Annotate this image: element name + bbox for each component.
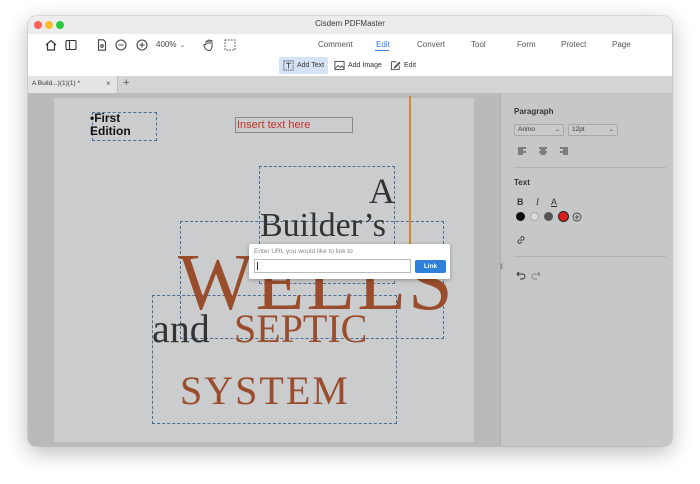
bold-button[interactable]: B bbox=[517, 197, 524, 207]
toolbar: 400% ⌄ Comment Edit Convert Tool Form Pro… bbox=[28, 34, 672, 77]
page-view-icon[interactable] bbox=[95, 38, 109, 52]
tab-bar: A Build...)(1)(1) * × + bbox=[28, 76, 672, 94]
edit-icon bbox=[390, 61, 401, 71]
home-icon[interactable] bbox=[44, 38, 58, 52]
zoom-value: 400% bbox=[156, 40, 177, 49]
first-edition-line-2: Edition bbox=[90, 124, 131, 138]
font-size-value: 12pt bbox=[572, 126, 585, 133]
zoom-out-icon[interactable] bbox=[114, 38, 128, 52]
first-edition-text: •First Edition bbox=[90, 112, 131, 138]
sidebar-toggle-icon[interactable] bbox=[64, 38, 78, 52]
add-image-label: Add Image bbox=[348, 62, 382, 69]
panel-divider-1 bbox=[514, 167, 666, 168]
italic-button[interactable]: I bbox=[536, 197, 539, 207]
hand-tool-icon[interactable] bbox=[202, 38, 216, 52]
align-center-icon[interactable] bbox=[538, 146, 548, 156]
font-family-select[interactable]: Arimo ⌄ bbox=[514, 124, 564, 136]
color-swatch-red-selected[interactable] bbox=[558, 211, 569, 222]
font-size-select[interactable]: 12pt ⌄ bbox=[568, 124, 618, 136]
edit-button[interactable]: Edit bbox=[390, 57, 416, 74]
chevron-down-icon: ⌄ bbox=[608, 127, 614, 133]
underline-button[interactable]: A bbox=[551, 197, 557, 207]
tab-form[interactable]: Form bbox=[517, 40, 536, 49]
title-and: and bbox=[152, 306, 210, 351]
add-image-button[interactable]: Add Image bbox=[334, 57, 382, 74]
link-button[interactable]: Link bbox=[415, 260, 446, 273]
text-caret bbox=[257, 262, 258, 270]
title-septic: SEPTIC bbox=[234, 306, 368, 351]
tab-edit[interactable]: Edit bbox=[376, 40, 390, 49]
close-tab-icon[interactable]: × bbox=[106, 79, 111, 88]
window-title: Cisdem PDFMaster bbox=[315, 19, 385, 28]
color-swatch-white[interactable] bbox=[530, 212, 539, 221]
align-left-icon[interactable] bbox=[517, 146, 527, 156]
align-right-icon[interactable] bbox=[559, 146, 569, 156]
tab-convert[interactable]: Convert bbox=[417, 40, 445, 49]
zoom-in-icon[interactable] bbox=[135, 38, 149, 52]
panel-divider-2 bbox=[514, 256, 666, 257]
select-area-icon[interactable] bbox=[223, 38, 237, 52]
color-swatch-gray[interactable] bbox=[544, 212, 553, 221]
link-url-label: Enter URL you would like to link to bbox=[254, 248, 353, 255]
edit-label: Edit bbox=[404, 62, 417, 69]
tab-page[interactable]: Page bbox=[612, 40, 631, 49]
zoom-select[interactable]: 400% ⌄ bbox=[156, 40, 185, 49]
document-tab-label: A Build...)(1)(1) * bbox=[32, 80, 81, 87]
redo-icon[interactable] bbox=[531, 270, 541, 280]
paragraph-heading: Paragraph bbox=[514, 107, 554, 116]
font-family-value: Arimo bbox=[518, 126, 535, 133]
vertical-guide-line bbox=[409, 96, 411, 266]
insert-text-box[interactable]: Insert text here bbox=[235, 117, 353, 133]
app-window: Cisdem PDFMaster 400% ⌄ Comment Edit Conv bbox=[28, 16, 672, 446]
title-bar: Cisdem PDFMaster bbox=[28, 16, 672, 34]
tab-tool[interactable]: Tool bbox=[471, 40, 486, 49]
add-text-icon bbox=[283, 60, 294, 71]
title-a: A bbox=[369, 171, 395, 211]
link-url-dialog: Enter URL you would like to link to Link bbox=[249, 244, 450, 279]
image-icon bbox=[334, 60, 345, 71]
text-heading: Text bbox=[514, 178, 530, 187]
color-swatch-black[interactable] bbox=[516, 212, 525, 221]
link-icon[interactable] bbox=[516, 235, 526, 245]
splitter-handle-icon[interactable]: ‖ bbox=[500, 264, 503, 271]
chevron-down-icon: ⌄ bbox=[179, 42, 186, 49]
properties-panel: Paragraph Arimo ⌄ 12pt ⌄ Text B I A bbox=[506, 94, 672, 446]
add-color-icon[interactable] bbox=[572, 212, 582, 222]
new-tab-button[interactable]: + bbox=[123, 77, 129, 89]
tab-comment[interactable]: Comment bbox=[318, 40, 353, 49]
add-text-button[interactable]: Add Text bbox=[279, 57, 329, 74]
tab-protect[interactable]: Protect bbox=[561, 40, 586, 49]
chevron-down-icon: ⌄ bbox=[554, 127, 560, 133]
undo-icon[interactable] bbox=[516, 270, 526, 280]
document-tab[interactable]: A Build...)(1)(1) * × bbox=[28, 76, 118, 93]
add-text-label: Add Text bbox=[297, 62, 325, 69]
title-system: SYSTEM bbox=[180, 368, 350, 413]
active-tab-indicator bbox=[375, 50, 389, 51]
link-url-input[interactable] bbox=[254, 259, 411, 273]
